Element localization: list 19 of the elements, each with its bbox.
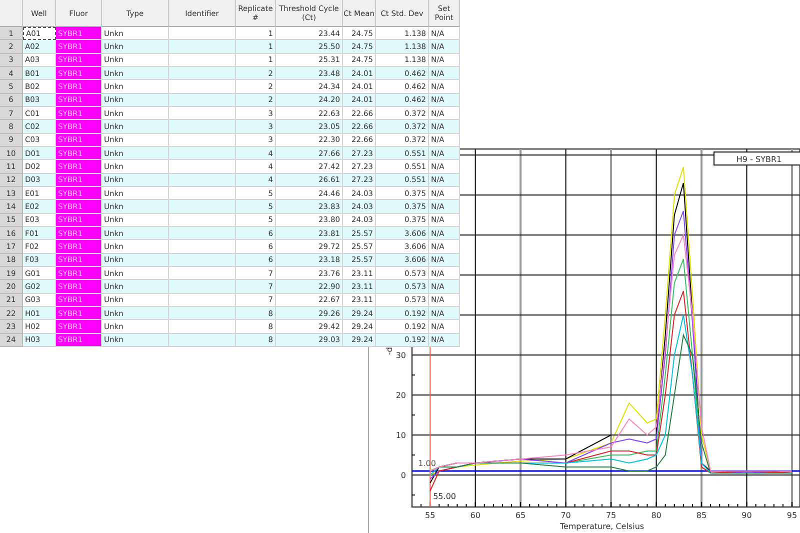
x-tick-label: 60	[470, 511, 480, 520]
marker-label: 55.00	[433, 492, 456, 501]
legend: H9 - SYBR1	[714, 152, 800, 166]
x-tick-label: 70	[560, 511, 571, 520]
x-tick-label: 85	[696, 511, 707, 520]
x-tick-label: 75	[606, 511, 616, 520]
x-tick-label: 95	[786, 511, 798, 520]
x-tick-label: 65	[515, 511, 526, 520]
x-axis-title: Temperature, Celsius	[560, 522, 644, 531]
table-cell	[169, 334, 236, 347]
y-tick-label: 20	[396, 391, 406, 400]
y-tick-label: 30	[396, 351, 406, 360]
y-tick-label: 10	[396, 431, 406, 440]
y-tick-label: 0	[400, 471, 406, 480]
x-tick-label: 90	[742, 511, 752, 520]
x-tick-label: 55	[425, 511, 436, 520]
y-axis-title: -d	[385, 347, 394, 355]
x-tick-label: 80	[651, 511, 662, 520]
corner-header	[0, 0, 23, 27]
